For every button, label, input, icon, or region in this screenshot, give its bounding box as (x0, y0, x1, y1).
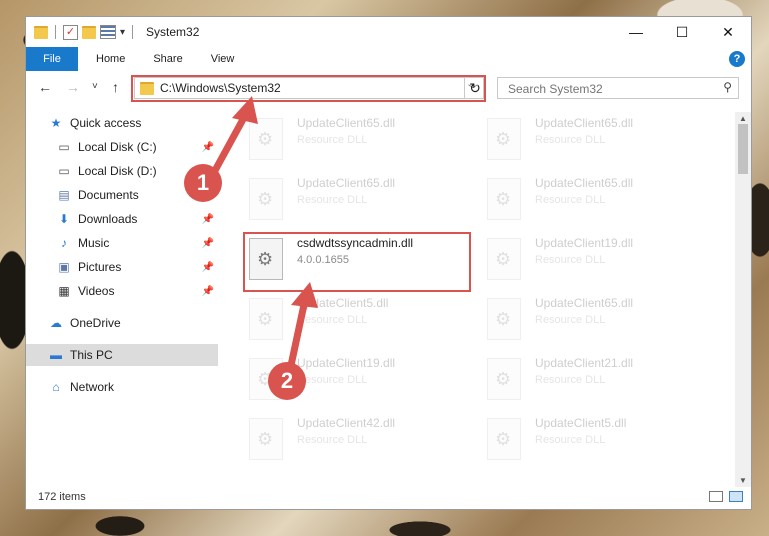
callout-arrows (208, 96, 318, 371)
step-two-badge: 2 (268, 362, 306, 400)
arrow-two-shaft (286, 299, 309, 371)
arrow-one-shaft (208, 110, 251, 178)
arrow-two-head (291, 282, 318, 308)
step-one-badge: 1 (184, 164, 222, 202)
arrow-one-head (232, 96, 258, 124)
